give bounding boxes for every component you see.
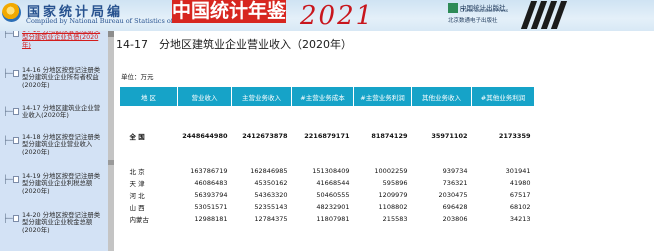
col-header-main-business: 主营业务收入 xyxy=(231,86,292,107)
cell-value: 2173359 xyxy=(498,131,531,140)
yearbook-year: 2021 xyxy=(300,1,375,31)
cell-value: 162846985 xyxy=(250,166,288,175)
cell-value: 151308409 xyxy=(312,166,350,175)
toc-item-label[interactable]: 14-17 分地区建筑业企业营业收入(2020年) xyxy=(22,104,106,120)
cell-value: 53051571 xyxy=(194,202,228,211)
sidebar-toc: ├─ 14-15 分地区按登记注册类型分建筑业企业负债(2020年) ├─ 14… xyxy=(0,31,108,251)
table-row: 天 津 46086483 45350162 41668544 595896 73… xyxy=(120,177,535,189)
document-icon xyxy=(13,215,19,222)
yearbook-title: 中国统计年鉴 xyxy=(172,0,287,22)
table-row-total: 全 国 2448644980 2412673878 2216879171 818… xyxy=(120,125,535,147)
cell-value: 67517 xyxy=(509,190,531,199)
tree-branch-icon: ├─ xyxy=(3,214,13,223)
cell-value: 2216879171 xyxy=(304,131,350,140)
toc-item-label[interactable]: 14-16 分地区按登记注册类型分建筑业企业所有者权益(2020年) xyxy=(22,66,106,89)
table-row: 内蒙古 12988181 12784375 11807981 215583 20… xyxy=(120,213,535,225)
cell-value: 54363320 xyxy=(254,190,288,199)
cell-value: 1108802 xyxy=(378,202,408,211)
banner: 国家统计局编 Compiled by National Bureau of St… xyxy=(0,0,654,31)
tree-branch-icon: ├─ xyxy=(3,107,13,116)
cell-value: 2030475 xyxy=(438,190,468,199)
row-region: 内蒙古 xyxy=(129,215,150,224)
revenue-table: 地 区 营业收入 主营业务收入 #主营业务成本 #主营业务利润 其他业务收入 #… xyxy=(119,86,535,225)
cell-value: 12784375 xyxy=(254,214,288,223)
document-icon xyxy=(13,31,19,37)
cell-value: 41668544 xyxy=(316,178,350,187)
cell-value: 696428 xyxy=(442,202,468,211)
cell-value: 35971102 xyxy=(431,131,468,140)
nbs-logo-icon xyxy=(2,3,21,22)
toc-item-14-19[interactable]: ├─ 14-19 分地区按登记注册类型分建筑业企业利税总额(2020年) xyxy=(0,172,108,209)
cell-value: 939734 xyxy=(442,166,468,175)
cell-value: 52355143 xyxy=(254,202,288,211)
col-header-revenue: 营业收入 xyxy=(177,86,232,107)
tree-branch-icon: ├─ xyxy=(3,31,13,38)
cell-value: 68102 xyxy=(509,202,531,211)
toc-item-label[interactable]: 14-15 分地区按登记注册类型分建筑业企业负债(2020年) xyxy=(22,31,106,49)
toc-item-14-17[interactable]: ├─ 14-17 分地区建筑业企业营业收入(2020年) xyxy=(0,104,108,133)
cell-value: 56393794 xyxy=(194,190,228,199)
cell-value: 2448644980 xyxy=(182,131,228,140)
tree-branch-icon: ├─ xyxy=(3,175,13,184)
table-panel: 14-17 分地区建筑业企业营业收入（2020年） 单位：万元 地 区 营业收入… xyxy=(114,31,654,251)
cell-value: 10002259 xyxy=(374,166,408,175)
bureau-name-en: Compiled by National Bureau of Statistic… xyxy=(26,17,195,25)
col-header-main-profit: #主营业务利润 xyxy=(353,86,412,107)
publisher-name: 北京数通电子出版社 xyxy=(448,18,498,24)
table-row: 山 西 53051571 52355143 48232901 1108802 6… xyxy=(120,201,535,213)
cell-value: 163786719 xyxy=(190,166,228,175)
cell-value: 46086483 xyxy=(194,178,228,187)
col-header-other-business: 其他业务收入 xyxy=(411,86,472,107)
cell-value: 301941 xyxy=(505,166,531,175)
toc-item-14-15[interactable]: ├─ 14-15 分地区按登记注册类型分建筑业企业负债(2020年) xyxy=(0,31,108,61)
decorative-stripes-icon xyxy=(520,1,570,29)
cell-value: 203806 xyxy=(442,214,468,223)
document-icon xyxy=(13,176,19,183)
cell-value: 11807981 xyxy=(316,214,350,223)
document-icon xyxy=(13,70,19,77)
toc-item-label[interactable]: 14-18 分地区按登记注册类型分建筑业企业营业收入(2020年) xyxy=(22,133,106,156)
row-region: 全 国 xyxy=(129,132,145,141)
cell-value: 81874129 xyxy=(371,131,408,140)
press-name-en: China Statistics Press xyxy=(460,9,509,14)
cell-value: 215583 xyxy=(382,214,408,223)
col-header-other-profit: #其他业务利润 xyxy=(471,86,535,107)
toc-item-14-20[interactable]: ├─ 14-20 分地区按登记注册类型分建筑业企业税金总额(2020年) xyxy=(0,211,108,250)
table-row: 北 京 163786719 162846985 151308409 100022… xyxy=(120,165,535,177)
unit-label: 单位：万元 xyxy=(121,73,154,81)
cell-value: 1209979 xyxy=(378,190,408,199)
cell-value: 48232901 xyxy=(316,202,350,211)
col-header-region: 地 区 xyxy=(119,86,178,107)
row-region: 山 西 xyxy=(129,203,145,212)
cell-value: 2412673878 xyxy=(242,131,288,140)
table-row: 河 北 56393794 54363320 50460555 1209979 2… xyxy=(120,189,535,201)
toc-item-14-16[interactable]: ├─ 14-16 分地区按登记注册类型分建筑业企业所有者权益(2020年) xyxy=(0,66,108,105)
page-title: 14-17 分地区建筑业企业营业收入（2020年） xyxy=(116,38,352,51)
row-region: 天 津 xyxy=(129,179,145,188)
cell-value: 45350162 xyxy=(254,178,288,187)
document-icon xyxy=(13,137,19,144)
cell-value: 41980 xyxy=(509,178,531,187)
row-region: 河 北 xyxy=(129,191,145,200)
press-badge-icon xyxy=(448,3,458,13)
row-region: 北 京 xyxy=(129,167,145,176)
cell-value: 34213 xyxy=(509,214,531,223)
cell-value: 595896 xyxy=(382,178,408,187)
toc-item-14-18[interactable]: ├─ 14-18 分地区按登记注册类型分建筑业企业营业收入(2020年) xyxy=(0,133,108,172)
toc-item-label[interactable]: 14-20 分地区按登记注册类型分建筑业企业税金总额(2020年) xyxy=(22,211,106,234)
tree-branch-icon: ├─ xyxy=(3,136,13,145)
document-icon xyxy=(13,108,19,115)
toc-item-label[interactable]: 14-19 分地区按登记注册类型分建筑业企业利税总额(2020年) xyxy=(22,172,106,195)
press-logo: 中国统计出版社 China Statistics Press 北京数通电子出版社 xyxy=(448,2,522,28)
cell-value: 12988181 xyxy=(194,214,228,223)
tree-branch-icon: ├─ xyxy=(3,69,13,78)
cell-value: 736321 xyxy=(442,178,468,187)
col-header-main-cost: #主营业务成本 xyxy=(291,86,354,107)
cell-value: 50460555 xyxy=(316,190,350,199)
